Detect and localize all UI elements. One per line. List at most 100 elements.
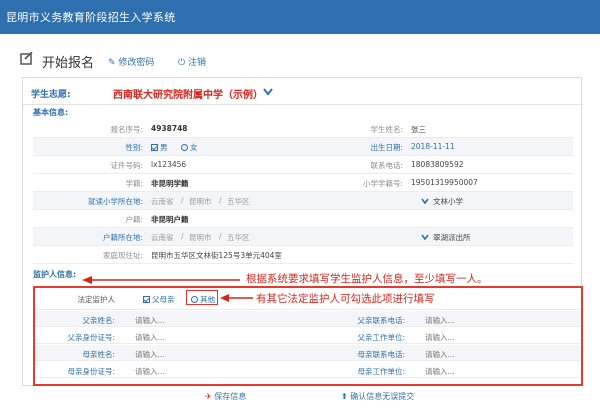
annotation-arrow-icon: [82, 276, 240, 284]
student-name-value: 张三: [411, 125, 426, 134]
save-button[interactable]: ✈ 保存信息: [205, 391, 246, 402]
row-hukou: 户籍: 非昆明户籍: [33, 210, 573, 228]
student-name-label: 学生姓名:: [370, 125, 403, 134]
gender-male-label: 男: [160, 143, 168, 152]
chevron-down-icon[interactable]: [421, 198, 429, 204]
father-phone-label: 父亲联系电话:: [357, 316, 405, 325]
school-choice-label: 学生志愿:: [31, 90, 71, 100]
annotation-arrow-icon: [220, 294, 253, 302]
school-no-label: 小学学籍号:: [362, 179, 403, 188]
father-work-input[interactable]: 请输入...: [425, 332, 455, 343]
app-topbar: 昆明市义务教育阶段招生入学系统: [0, 0, 600, 34]
reg-no-value: 4938748: [151, 124, 188, 133]
save-icon: ✈: [205, 392, 212, 401]
chevron-down-icon[interactable]: [421, 234, 429, 240]
highlight-box: [186, 290, 218, 305]
birth-value: 2018-11-11: [411, 142, 455, 151]
primary-dist-select[interactable]: 五华区: [227, 196, 250, 207]
hukou-place-label: 户籍所在地:: [102, 233, 143, 242]
row-primary-place: 就读小学所在地: 云南省 / 昆明市 / 五华区 文林小学: [33, 192, 573, 210]
phone-value: 18083809592: [411, 160, 464, 169]
phone-label: 联系电话:: [370, 161, 403, 170]
power-icon: ⏻: [178, 58, 186, 68]
row-status: 学籍: 非昆明学籍 小学学籍号: 19501319950007: [33, 174, 573, 192]
row-address: 家庭现住址: 昆明市五华区文林街125号3单元404室: [33, 246, 573, 264]
hukou-label: 户籍:: [125, 215, 143, 224]
address-value: 昆明市五华区文林街125号3单元404室: [151, 251, 282, 260]
father-name-input[interactable]: 请输入...: [135, 315, 165, 326]
submit-button[interactable]: ⬆ 确认信息无误提交: [341, 391, 414, 402]
logout-link[interactable]: ⏻ 注销: [178, 55, 206, 68]
row-gender: 性别: 男 女 出生日期: 2018-11-11: [33, 138, 573, 156]
chevron-down-icon[interactable]: [263, 88, 273, 96]
hukou-station-value: 翠湖派出所: [433, 233, 471, 242]
guardian-option-parents[interactable]: 父母亲: [143, 294, 175, 305]
edit-icon: ✎: [108, 58, 116, 68]
status-label: 学籍:: [125, 179, 143, 188]
address-label: 家庭现住址:: [102, 251, 143, 260]
change-password-link[interactable]: ✎ 修改密码: [108, 55, 154, 68]
mother-name-input[interactable]: 请输入...: [135, 349, 165, 360]
separator: /: [219, 232, 222, 241]
gender-female-option[interactable]: 女: [181, 142, 198, 153]
row-reg-no: 报名序号: 4938748 学生姓名: 张三: [33, 120, 573, 138]
id-value: lx123456: [151, 160, 187, 169]
row-mother-1: 母亲姓名: 请输入... 母亲联系电话: 请输入...: [35, 345, 581, 361]
annotation-other-guardian-note: 有其它法定监护人可勾选此项进行填写: [256, 293, 435, 305]
father-work-label: 父亲工作单位:: [357, 333, 405, 342]
mother-work-label: 母亲工作单位:: [357, 367, 405, 376]
save-label: 保存信息: [214, 392, 247, 401]
row-id: 证件号码: lx123456 联系电话: 18083809592: [33, 156, 573, 174]
page-title: 开始报名: [42, 56, 95, 71]
checkbox-checked-icon: [151, 144, 158, 151]
hukou-dist-select[interactable]: 五华区: [227, 232, 250, 243]
gender-male-option[interactable]: 男: [151, 142, 168, 153]
birth-label: 出生日期:: [370, 143, 403, 152]
row-father-2: 父亲身份证号: 请输入... 父亲工作单位: 请输入...: [35, 328, 581, 344]
separator: /: [181, 232, 184, 241]
guardian-parents-label: 父母亲: [152, 295, 175, 304]
app-title: 昆明市义务教育阶段招生入学系统: [6, 11, 176, 24]
checkbox-checked-icon: [143, 296, 150, 303]
gender-female-label: 女: [190, 143, 198, 152]
primary-place-label: 就读小学所在地:: [87, 197, 143, 206]
radio-empty-icon: [181, 144, 188, 151]
status-value: 非昆明学籍: [151, 179, 189, 188]
hukou-value: 非昆明户籍: [151, 215, 189, 224]
basic-info-label: 基本信息:: [33, 108, 69, 117]
page-header: 开始报名 ✎ 修改密码 ⏻ 注销: [20, 52, 440, 71]
guardian-info-label: 监护人信息:: [33, 270, 77, 279]
father-id-input[interactable]: 请输入...: [135, 332, 165, 343]
id-label: 证件号码:: [110, 161, 143, 170]
school-choice-value[interactable]: 西南联大研究院附属中学（示例）: [113, 86, 263, 101]
primary-prov-select[interactable]: 云南省: [151, 196, 174, 207]
divider: [23, 104, 583, 105]
mother-id-label: 母亲身份证号:: [67, 367, 115, 376]
change-password-label: 修改密码: [118, 58, 155, 68]
primary-city-select[interactable]: 昆明市: [189, 196, 212, 207]
hukou-prov-select[interactable]: 云南省: [151, 232, 174, 243]
school-choice-row: 学生志愿: 西南联大研究院附属中学（示例）: [31, 84, 431, 102]
father-name-label: 父亲姓名:: [82, 316, 115, 325]
logout-label: 注销: [188, 58, 207, 68]
father-phone-input[interactable]: 请输入...: [425, 315, 455, 326]
mother-phone-label: 母亲联系电话:: [357, 350, 405, 359]
row-hukou-place: 户籍所在地: 云南省 / 昆明市 / 五华区 翠湖派出所: [33, 228, 573, 246]
mother-work-input[interactable]: 请输入...: [425, 366, 455, 377]
annotation-guardian-note: 根据系统要求填写学生监护人信息，至少填写一人。: [246, 273, 488, 285]
gender-label: 性别:: [125, 143, 143, 152]
father-id-label: 父亲身份证号:: [67, 333, 115, 342]
school-no-value: 19501319950007: [411, 178, 478, 187]
row-father-1: 父亲姓名: 请输入... 父亲联系电话: 请输入...: [35, 311, 581, 327]
primary-school-value: 文林小学: [433, 197, 463, 206]
separator: /: [181, 196, 184, 205]
submit-label: 确认信息无误提交: [350, 392, 415, 401]
mother-phone-input[interactable]: 请输入...: [425, 349, 455, 360]
separator: /: [219, 196, 222, 205]
mother-name-label: 母亲姓名:: [82, 350, 115, 359]
row-mother-2: 母亲身份证号: 请输入... 母亲工作单位: 请输入...: [35, 362, 581, 378]
upload-icon: ⬆: [341, 392, 348, 401]
mother-id-input[interactable]: 请输入...: [135, 366, 165, 377]
hukou-city-select[interactable]: 昆明市: [189, 232, 212, 243]
reg-no-label: 报名序号:: [110, 125, 143, 134]
